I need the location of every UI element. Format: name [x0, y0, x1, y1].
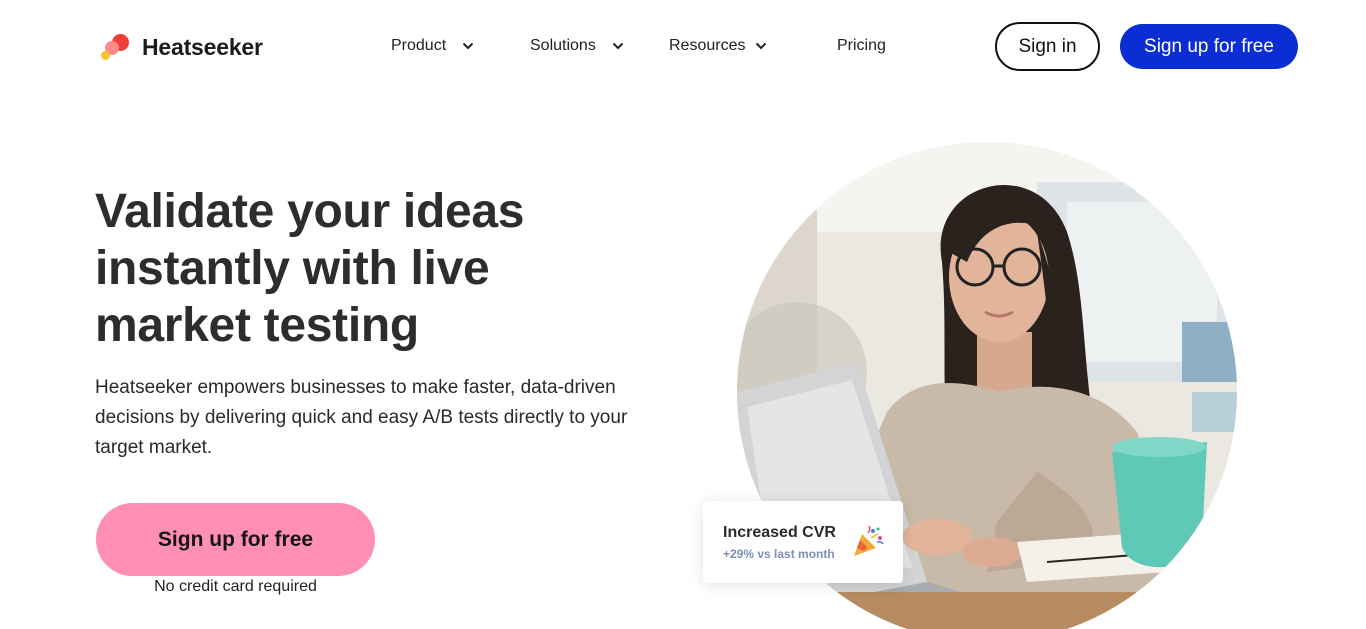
- nav-item-label: Solutions: [530, 37, 596, 54]
- sign-in-button[interactable]: Sign in: [995, 22, 1100, 71]
- party-popper-icon: [851, 525, 885, 559]
- logo-link[interactable]: Heatseeker: [100, 32, 263, 62]
- nav-item-pricing[interactable]: Pricing: [837, 34, 886, 58]
- brand-name: Heatseeker: [142, 33, 263, 60]
- nav-item-label: Product: [391, 37, 447, 54]
- chevron-down-icon: [753, 38, 769, 54]
- site-header: Heatseeker Product Solutions Resources P…: [0, 0, 1366, 92]
- nav-item-label: Pricing: [837, 37, 886, 54]
- nav-item-label: Resources: [669, 37, 746, 54]
- no-credit-card-note: No credit card required: [154, 578, 317, 595]
- stat-card-subtitle: +29% vs last month: [723, 547, 835, 561]
- stat-card-title: Increased CVR: [723, 524, 836, 541]
- nav-item-resources[interactable]: Resources: [669, 34, 769, 58]
- hero-title: Validate your ideas instantly with live …: [95, 185, 525, 352]
- logo-icon: [100, 32, 132, 62]
- hero-description: Heatseeker empowers businesses to make f…: [95, 377, 628, 458]
- chevron-down-icon: [460, 38, 476, 54]
- stat-card: Increased CVR +29% vs last month: [703, 501, 903, 583]
- hero-sign-up-button[interactable]: Sign up for free: [96, 503, 375, 576]
- nav-item-product[interactable]: Product: [391, 34, 476, 58]
- header-sign-up-button[interactable]: Sign up for free: [1120, 24, 1298, 69]
- nav-item-solutions[interactable]: Solutions: [530, 34, 626, 58]
- chevron-down-icon: [610, 38, 626, 54]
